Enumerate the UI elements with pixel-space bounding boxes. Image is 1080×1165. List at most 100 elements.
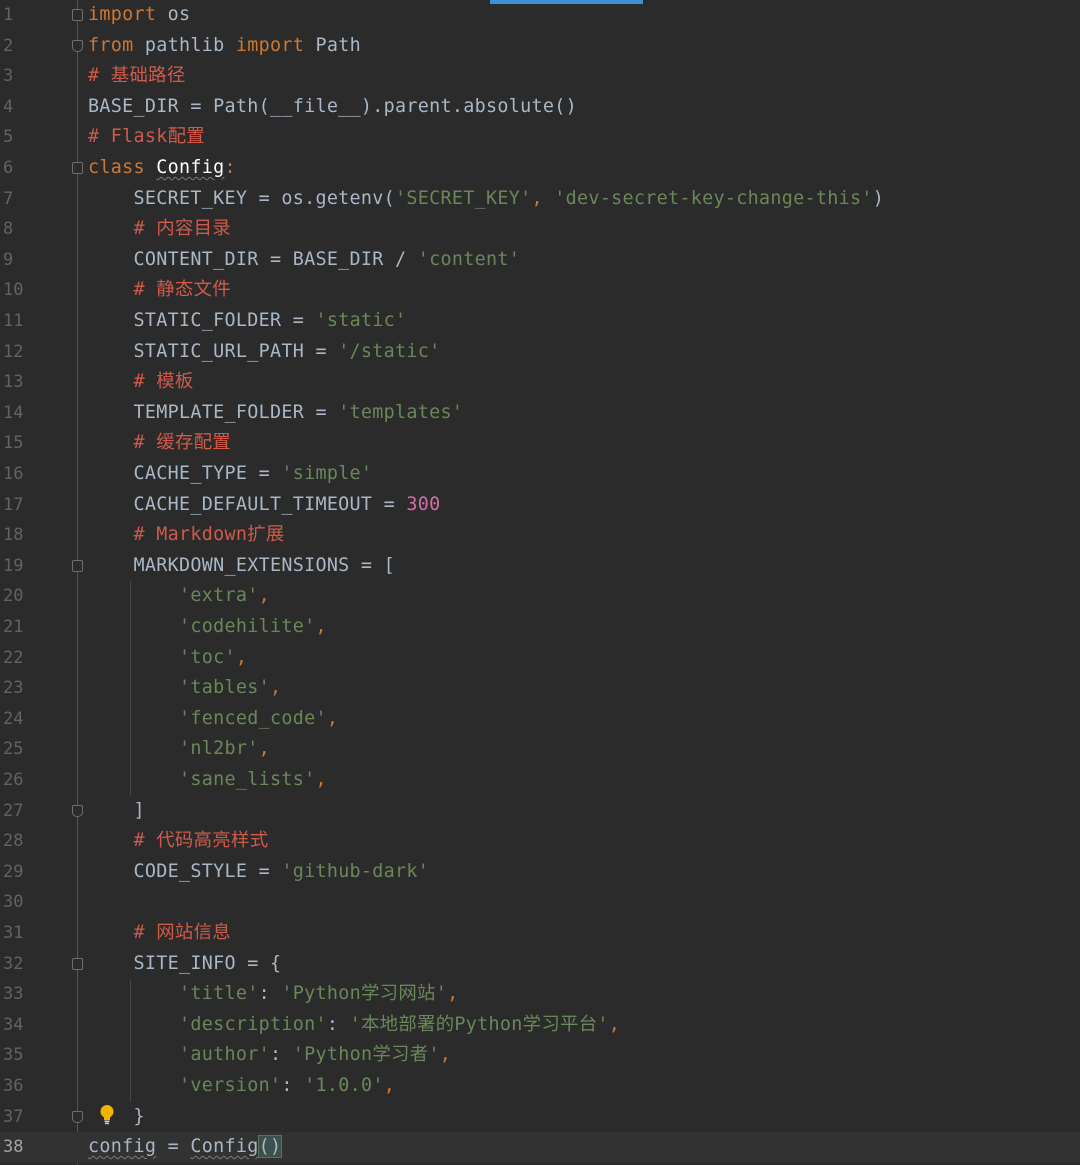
code-text[interactable]: CONTENT_DIR = BASE_DIR / 'content' xyxy=(88,245,520,276)
line-number: 4 xyxy=(3,96,14,117)
code-line[interactable]: 30 xyxy=(0,887,1080,918)
code-line[interactable]: 38 config = Config() xyxy=(0,1132,1080,1163)
code-text[interactable]: # 缓存配置 xyxy=(88,428,231,459)
line-number: 17 xyxy=(3,494,24,515)
line-number: 3 xyxy=(3,66,14,87)
code-token: os xyxy=(156,4,191,25)
code-line[interactable]: 8 # 内容目录 xyxy=(0,214,1080,245)
code-text[interactable]: import os xyxy=(88,0,190,31)
code-text[interactable]: 'codehilite', xyxy=(88,612,327,643)
code-text[interactable]: # Markdown扩展 xyxy=(88,520,285,551)
code-text[interactable]: 'sane_lists', xyxy=(88,765,327,796)
code-text[interactable]: } xyxy=(88,1102,145,1133)
code-line[interactable]: 23 'tables', xyxy=(0,673,1080,704)
code-text[interactable]: # 内容目录 xyxy=(88,214,231,245)
code-line[interactable]: 15 # 缓存配置 xyxy=(0,428,1080,459)
code-line[interactable]: 22 'toc', xyxy=(0,643,1080,674)
code-line[interactable]: 24 'fenced_code', xyxy=(0,704,1080,735)
code-line[interactable]: 17 CACHE_DEFAULT_TIMEOUT = 300 xyxy=(0,490,1080,521)
code-text[interactable]: SECRET_KEY = os.getenv('SECRET_KEY', 'de… xyxy=(88,184,884,215)
fold-icon[interactable] xyxy=(72,804,83,817)
code-line[interactable]: 31 # 网站信息 xyxy=(0,918,1080,949)
code-text[interactable]: 'title': 'Python学习网站', xyxy=(88,979,458,1010)
code-line[interactable]: 10 # 静态文件 xyxy=(0,275,1080,306)
code-token: 'sane_lists' xyxy=(178,769,316,790)
code-line[interactable]: 11 STATIC_FOLDER = 'static' xyxy=(0,306,1080,337)
code-line[interactable]: 1 import os xyxy=(0,0,1080,31)
code-token: Config xyxy=(190,1136,259,1158)
code-token: 'extra' xyxy=(178,585,259,607)
code-line[interactable]: 26 'sane_lists', xyxy=(0,765,1080,796)
code-token: # xyxy=(88,218,157,240)
code-line[interactable]: 19 MARKDOWN_EXTENSIONS = [ xyxy=(0,551,1080,582)
lightbulb-icon[interactable] xyxy=(99,1104,115,1126)
code-text[interactable]: MARKDOWN_EXTENSIONS = [ xyxy=(88,551,395,582)
fold-icon[interactable] xyxy=(72,162,83,174)
code-text[interactable]: 'description': '本地部署的Python学习平台', xyxy=(88,1010,620,1041)
code-text[interactable]: class Config: xyxy=(88,153,236,184)
code-line[interactable]: 29 CODE_STYLE = 'github-dark' xyxy=(0,857,1080,888)
code-line[interactable]: 16 CACHE_TYPE = 'simple' xyxy=(0,459,1080,490)
code-text[interactable]: # 代码高亮样式 xyxy=(88,826,268,857)
code-text[interactable]: BASE_DIR = Path(__file__).parent.absolut… xyxy=(88,92,577,123)
code-line[interactable]: 28 # 代码高亮样式 xyxy=(0,826,1080,857)
code-text[interactable]: STATIC_URL_PATH = '/static' xyxy=(88,337,441,368)
code-token: : xyxy=(326,1013,350,1035)
code-text[interactable]: 'nl2br', xyxy=(88,734,270,765)
code-line[interactable]: 3 # 基础路径 xyxy=(0,61,1080,92)
code-text[interactable]: CODE_STYLE = 'github-dark' xyxy=(88,857,429,888)
code-line[interactable]: 18 # Markdown扩展 xyxy=(0,520,1080,551)
code-text[interactable]: ] xyxy=(88,796,145,827)
code-token: 'tables' xyxy=(178,677,270,699)
code-line[interactable]: 37 } xyxy=(0,1102,1080,1133)
code-line[interactable]: 33 'title': 'Python学习网站', xyxy=(0,979,1080,1010)
code-text[interactable]: 'version': '1.0.0', xyxy=(88,1071,395,1102)
code-text[interactable]: CACHE_TYPE = 'simple' xyxy=(88,459,372,490)
code-line[interactable]: 5 # Flask配置 xyxy=(0,122,1080,153)
code-text[interactable]: 'extra', xyxy=(88,581,270,612)
fold-icon[interactable] xyxy=(72,9,83,21)
code-text[interactable]: config = Config() xyxy=(88,1132,283,1163)
line-number: 31 xyxy=(3,923,24,943)
code-line[interactable]: 9 CONTENT_DIR = BASE_DIR / 'content' xyxy=(0,245,1080,276)
line-number: 19 xyxy=(3,555,24,576)
code-text[interactable]: # 网站信息 xyxy=(88,918,231,949)
code-line[interactable]: 13 # 模板 xyxy=(0,367,1080,398)
code-text[interactable]: 'tables', xyxy=(88,673,281,704)
code-line[interactable]: 12 STATIC_URL_PATH = '/static' xyxy=(0,337,1080,368)
fold-icon[interactable] xyxy=(72,559,83,572)
code-editor[interactable]: 1 import os 2 from pathlib import Path 3 # 基础… xyxy=(0,0,1080,1165)
code-line[interactable]: 35 'author': 'Python学习者', xyxy=(0,1040,1080,1071)
code-text[interactable]: 'author': 'Python学习者', xyxy=(88,1040,451,1071)
code-line[interactable]: 20 'extra', xyxy=(0,581,1080,612)
code-line[interactable]: 4 BASE_DIR = Path(__file__).parent.absolu… xyxy=(0,92,1080,123)
fold-icon[interactable] xyxy=(72,39,83,52)
code-text[interactable]: TEMPLATE_FOLDER = 'templates' xyxy=(88,398,463,429)
code-text[interactable]: # 基础路径 xyxy=(88,61,186,92)
line-number: 33 xyxy=(3,984,24,1005)
code-line[interactable]: 36 'version': '1.0.0', xyxy=(0,1071,1080,1102)
code-line[interactable]: 2 from pathlib import Path xyxy=(0,31,1080,62)
fold-icon[interactable] xyxy=(72,957,83,970)
code-text[interactable]: # Flask配置 xyxy=(88,122,205,153)
line-number: 10 xyxy=(3,280,24,301)
code-line[interactable]: 27 ] xyxy=(0,796,1080,827)
code-line[interactable]: 14 TEMPLATE_FOLDER = 'templates' xyxy=(0,398,1080,429)
code-text[interactable]: 'toc', xyxy=(88,643,247,674)
code-line[interactable]: 25 'nl2br', xyxy=(0,734,1080,765)
code-line[interactable]: 32 SITE_INFO = { xyxy=(0,949,1080,980)
code-text[interactable]: STATIC_FOLDER = 'static' xyxy=(88,306,406,337)
fold-icon[interactable] xyxy=(72,1110,83,1123)
code-text[interactable]: 'fenced_code', xyxy=(88,704,338,735)
code-line[interactable]: 34 'description': '本地部署的Python学习平台', xyxy=(0,1010,1080,1041)
code-text[interactable]: # 静态文件 xyxy=(88,275,231,306)
code-text[interactable]: from pathlib import Path xyxy=(88,31,361,62)
code-line[interactable]: 6 class Config: xyxy=(0,153,1080,184)
code-text[interactable]: # 模板 xyxy=(88,367,194,398)
code-text[interactable]: CACHE_DEFAULT_TIMEOUT = 300 xyxy=(88,490,441,521)
code-line[interactable]: 21 'codehilite', xyxy=(0,612,1080,643)
code-line[interactable]: 7 SECRET_KEY = os.getenv('SECRET_KEY', '… xyxy=(0,184,1080,215)
code-text[interactable]: SITE_INFO = { xyxy=(88,949,281,980)
